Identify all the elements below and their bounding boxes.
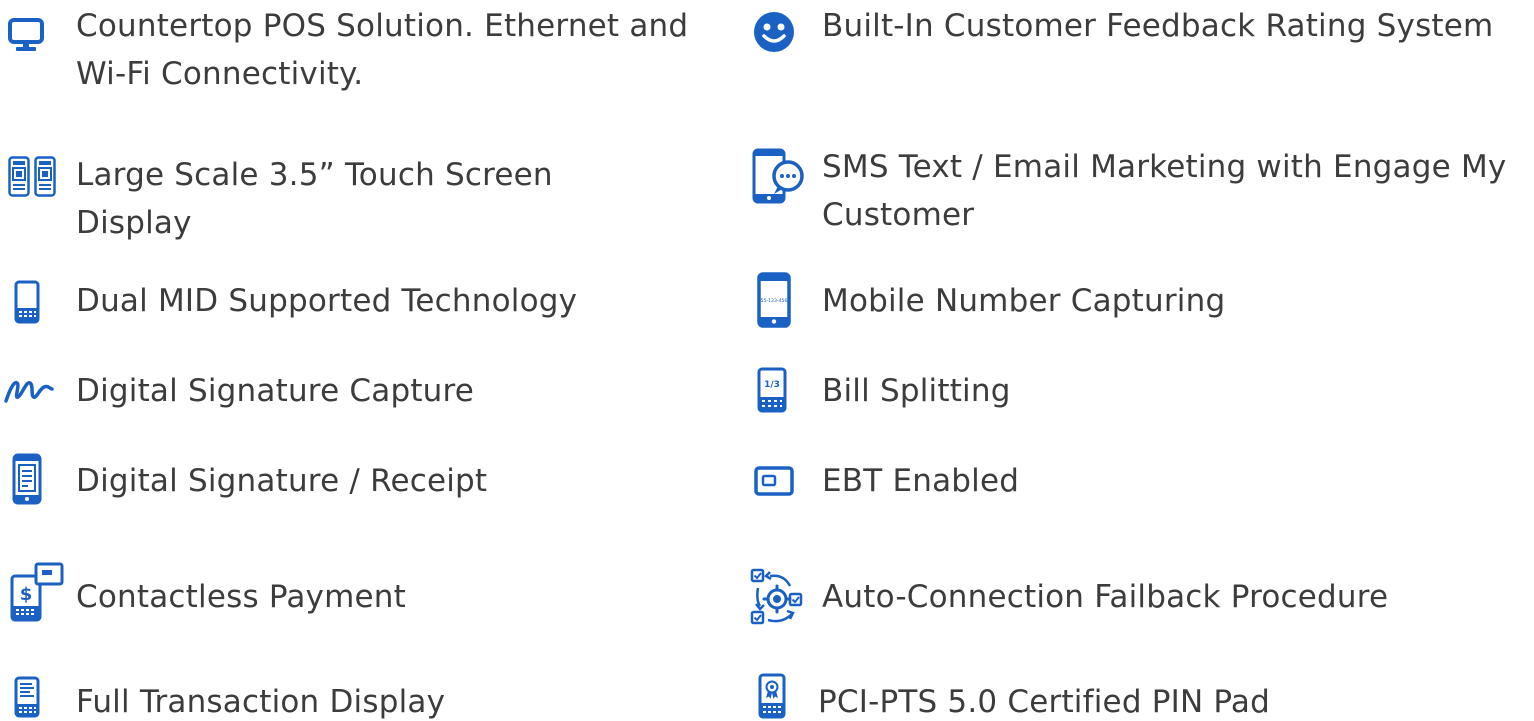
feature-label: PCI-PTS 5.0 Certified PIN Pad (818, 684, 1271, 720)
feature-label: Digital Signature / Receipt (76, 463, 488, 499)
bill-split-icon-text: 1/3 (764, 380, 780, 390)
phone-chat-icon (752, 148, 806, 204)
contactless-payment-icon: $ (10, 562, 66, 622)
feature-label: Built-In Customer Feedback Rating System (822, 8, 1494, 44)
feature-label: Mobile Number Capturing (822, 283, 1226, 319)
feature-label: Bill Splitting (822, 373, 1011, 409)
feature-label: Auto-Connection Failback Procedure (822, 579, 1389, 615)
feature-label: Contactless Payment (76, 579, 406, 615)
feature-label: SMS Text / Email Marketing with Engage M… (822, 149, 1507, 233)
receipt-phone-icon (12, 453, 42, 505)
bill-split-icon: 1/3 (757, 367, 787, 413)
ebt-card-icon (754, 466, 794, 496)
transaction-terminal-icon (14, 676, 40, 718)
feature-label: Dual MID Supported Technology (76, 283, 578, 319)
pos-terminal-icon (14, 280, 40, 324)
auto-connection-icon (746, 566, 808, 628)
smiley-icon (752, 10, 796, 54)
feature-label: Full Transaction Display (76, 684, 446, 720)
feature-label: Countertop POS Solution. Ethernet and Wi… (76, 8, 689, 92)
feature-label: Digital Signature Capture (76, 373, 475, 409)
dual-terminal-icon (8, 156, 56, 197)
monitor-icon (8, 17, 44, 53)
feature-label: EBT Enabled (822, 463, 1020, 499)
signature-icon (2, 375, 72, 405)
mobile-number-icon-text: 555-123-4567 (758, 298, 791, 304)
feature-label: Large Scale 3.5” Touch Screen Display (76, 157, 553, 241)
certified-pin-pad-icon (758, 673, 786, 719)
svg-text:$: $ (20, 584, 33, 605)
mobile-number-icon: 555-123-4567 (756, 272, 792, 328)
